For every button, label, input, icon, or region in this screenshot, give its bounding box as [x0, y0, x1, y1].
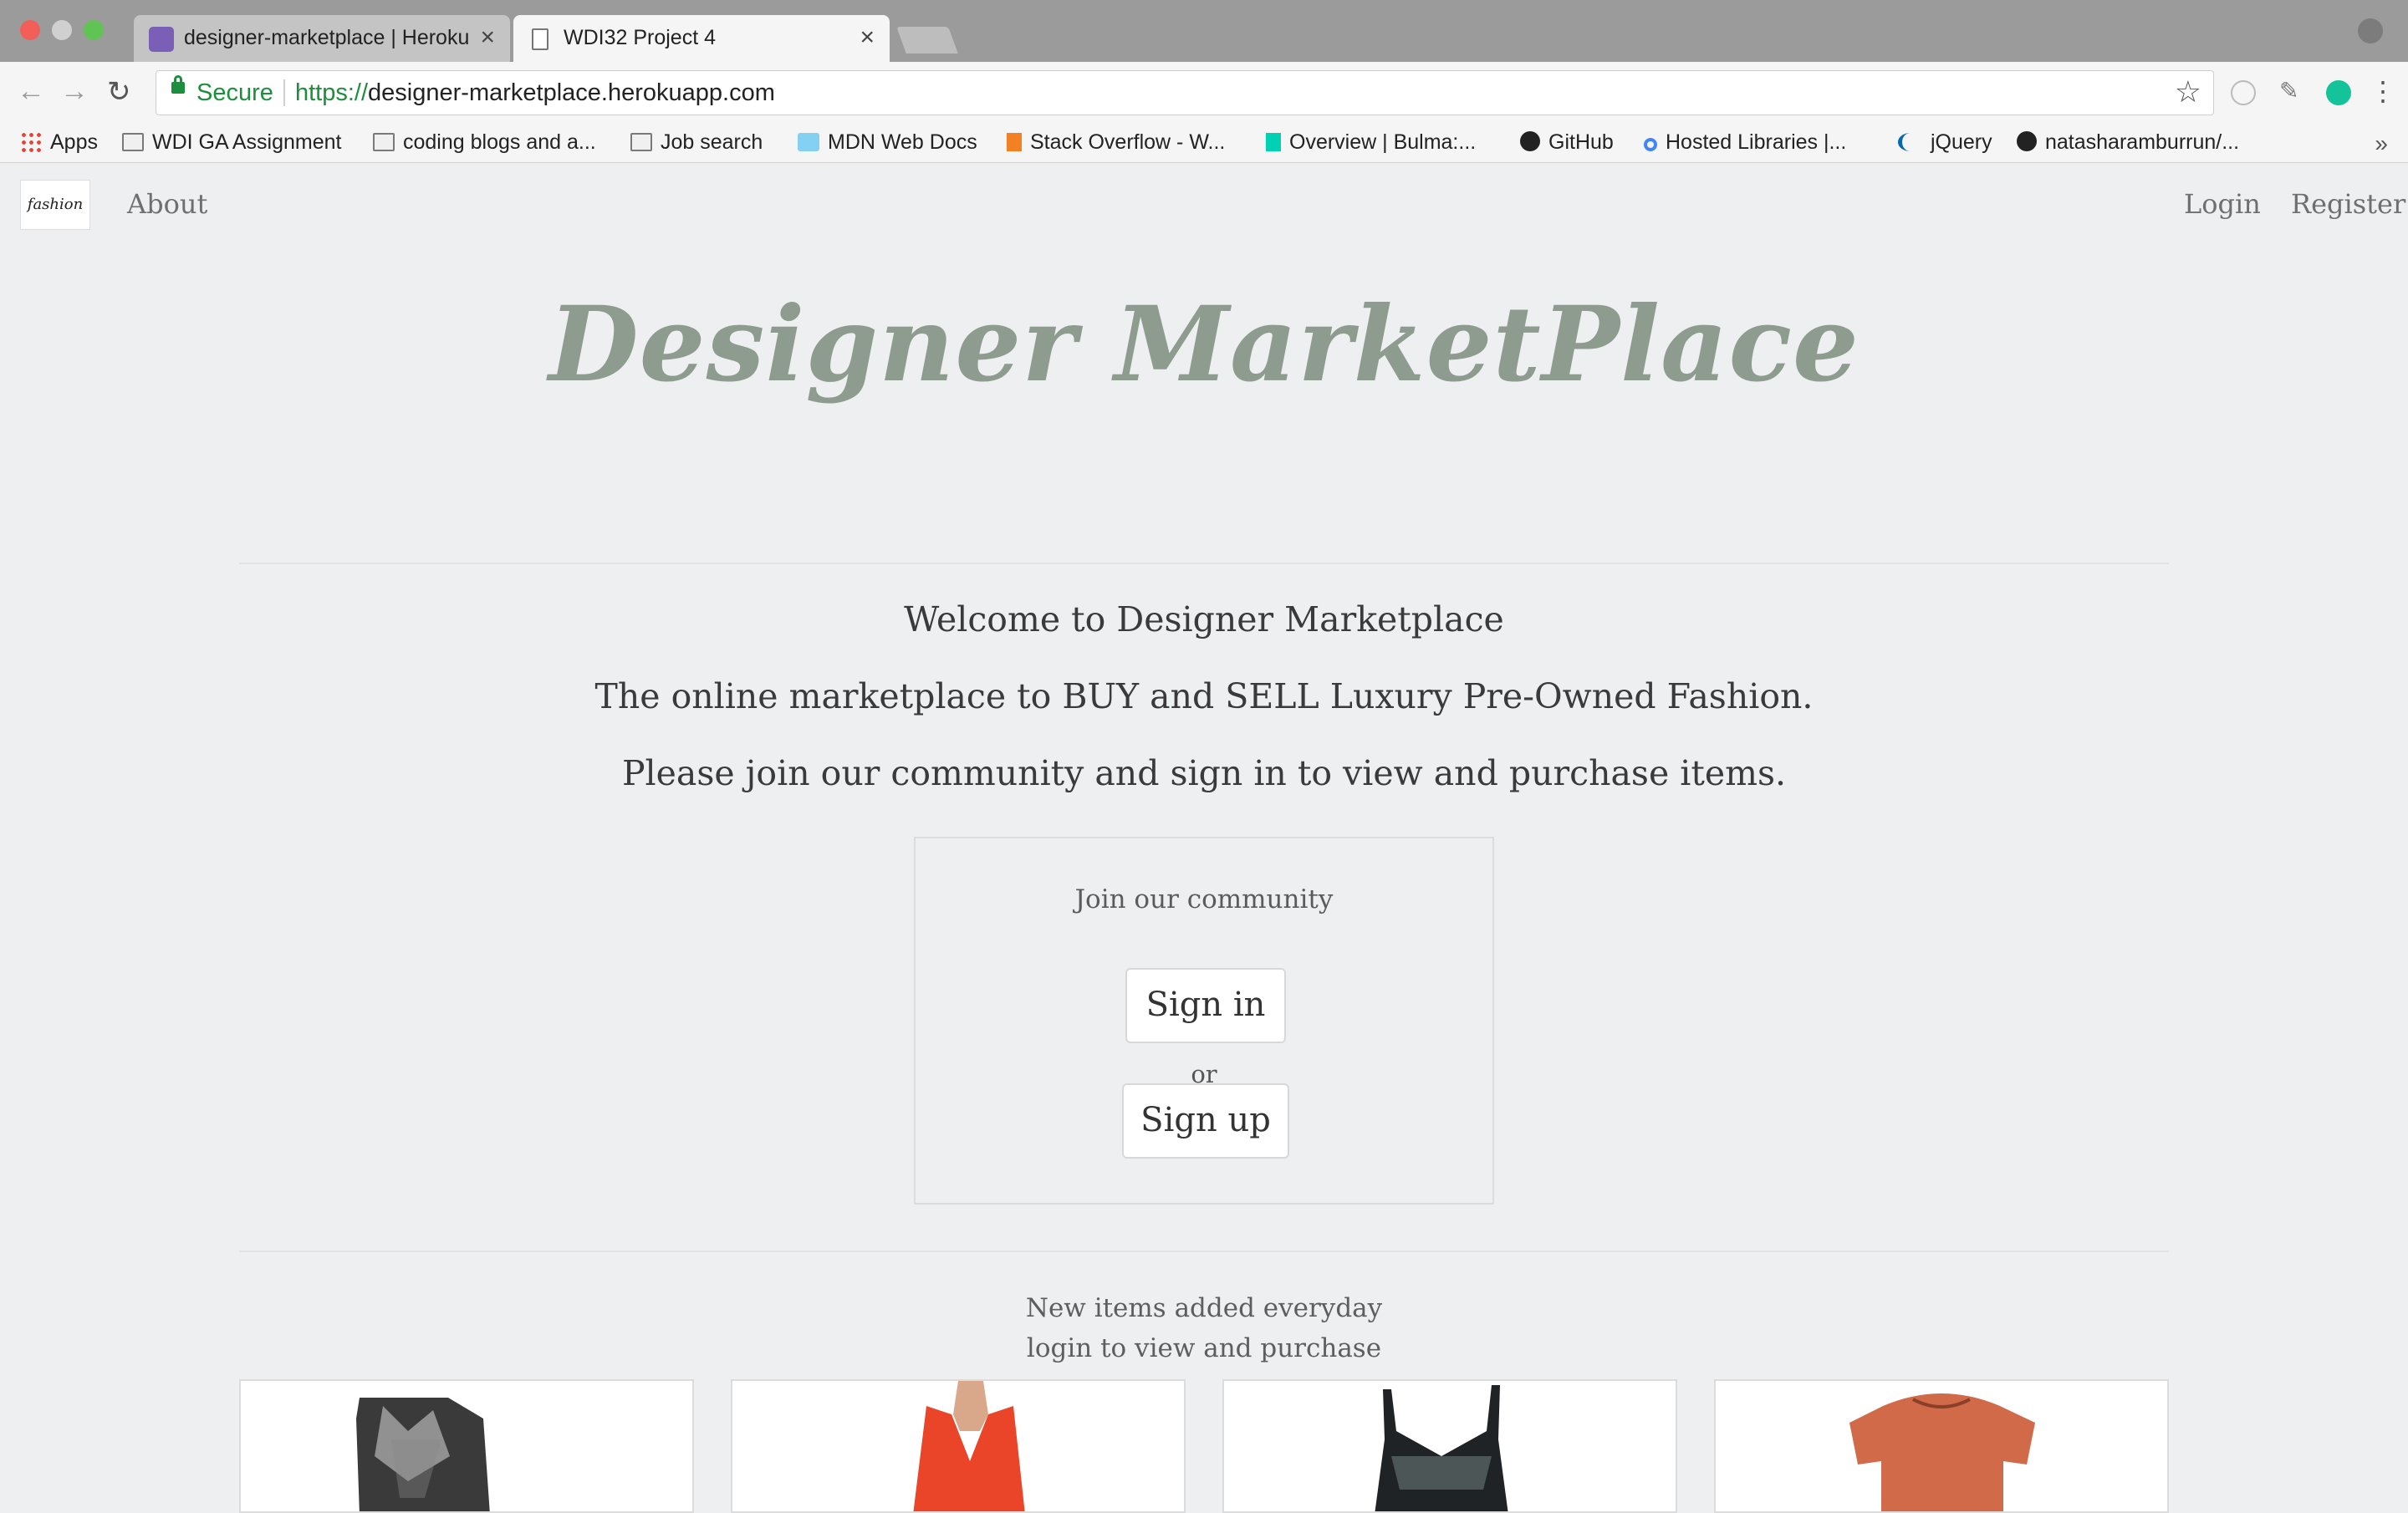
welcome-tagline: The online marketplace to BUY and SELL L… — [594, 676, 1814, 716]
folder-icon — [122, 133, 144, 151]
mdn-icon — [798, 133, 819, 151]
folder-icon — [373, 133, 395, 151]
product-card[interactable] — [1714, 1379, 2169, 1513]
github-icon — [2017, 131, 2037, 151]
minimize-window-button[interactable] — [52, 20, 72, 40]
bookmark-folder[interactable]: Job search — [630, 130, 763, 155]
jquery-icon — [1898, 133, 1922, 151]
product-image[interactable] — [732, 1381, 1186, 1513]
bookmark-apps[interactable]: Apps — [20, 130, 98, 155]
grammarly-icon[interactable] — [2326, 80, 2351, 105]
bookmark-hosted-libraries[interactable]: Hosted Libraries |... — [1644, 130, 1846, 155]
bookmark-folder[interactable]: coding blogs and a... — [373, 130, 596, 155]
nav-login[interactable]: Login — [2184, 188, 2261, 220]
eyedropper-icon[interactable]: ✎ — [2279, 77, 2304, 104]
google-icon — [1644, 138, 1657, 151]
secure-label: Secure — [196, 79, 273, 106]
reload-icon[interactable]: ↻ — [107, 75, 131, 109]
welcome-heading: Welcome to Designer Marketplace — [904, 599, 1504, 639]
browser-toolbar: ← → ↻ Secure https://designer-marketplac… — [0, 62, 2408, 124]
address-bar[interactable]: Secure https://designer-marketplace.hero… — [156, 70, 2214, 115]
sign-in-button[interactable]: Sign in — [1125, 968, 1286, 1043]
hero-title: Designer MarketPlace — [548, 284, 1860, 405]
forward-icon[interactable]: → — [60, 75, 89, 108]
join-title: Join our community — [1074, 884, 1334, 914]
nav-register[interactable]: Register — [2291, 188, 2405, 220]
divider — [239, 1251, 2169, 1252]
heroku-icon — [149, 27, 174, 52]
bookmark-jquery[interactable]: jQuery — [1898, 130, 1992, 155]
bookmark-bulma[interactable]: Overview | Bulma:... — [1266, 130, 1476, 155]
lock-icon — [171, 75, 185, 94]
product-image[interactable] — [1224, 1381, 1677, 1513]
site-logo[interactable]: fashion — [20, 180, 90, 230]
product-card[interactable] — [731, 1379, 1186, 1513]
apps-grid-icon — [20, 131, 42, 153]
bookmark-star-icon[interactable]: ☆ — [2175, 74, 2201, 110]
bookmark-folder[interactable]: WDI GA Assignment — [122, 130, 341, 155]
promo-line: login to view and purchase — [1026, 1333, 1382, 1363]
profile-icon[interactable] — [2358, 18, 2383, 43]
welcome-cta: Please join our community and sign in to… — [621, 753, 1787, 793]
divider — [239, 563, 2169, 564]
close-tab-icon[interactable]: × — [480, 23, 495, 52]
bookmark-github-repo[interactable]: natasharamburrun/... — [2017, 130, 2239, 155]
folder-icon — [630, 133, 652, 151]
menu-icon[interactable]: ⋮ — [2370, 75, 2396, 106]
chevron-right-icon[interactable]: » — [2375, 130, 2388, 157]
page-content: fashion About Login Register Designer Ma… — [0, 163, 2408, 1513]
nav-about[interactable]: About — [127, 188, 207, 220]
close-window-button[interactable] — [20, 20, 40, 40]
tab-title: designer-marketplace | Heroku — [184, 26, 468, 49]
page-icon — [532, 28, 548, 50]
join-box: Join our community Sign in or Sign up — [914, 837, 1494, 1205]
promo-line: New items added everyday — [1025, 1293, 1383, 1323]
bulma-icon — [1266, 133, 1281, 151]
tab-title: WDI32 Project 4 — [564, 26, 717, 49]
bookmark-stackoverflow[interactable]: Stack Overflow - W... — [1007, 130, 1225, 155]
close-tab-icon[interactable]: × — [860, 23, 875, 52]
product-image[interactable] — [241, 1381, 694, 1513]
bookmarks-bar: Apps WDI GA Assignment coding blogs and … — [0, 124, 2408, 163]
extension-icon[interactable] — [2231, 80, 2256, 105]
new-tab-button[interactable] — [896, 27, 958, 53]
browser-titlebar: designer-marketplace | Heroku × WDI32 Pr… — [0, 0, 2408, 62]
back-icon[interactable]: ← — [17, 75, 45, 108]
zoom-window-button[interactable] — [84, 20, 104, 40]
github-icon — [1520, 131, 1540, 151]
product-card[interactable] — [1222, 1379, 1677, 1513]
bookmark-github[interactable]: GitHub — [1520, 130, 1614, 155]
bookmark-mdn[interactable]: MDN Web Docs — [798, 130, 977, 155]
stackoverflow-icon — [1007, 133, 1022, 151]
url-text[interactable]: https://designer-marketplace.herokuapp.c… — [295, 79, 775, 107]
product-card[interactable] — [239, 1379, 694, 1513]
sign-up-button[interactable]: Sign up — [1122, 1083, 1289, 1159]
browser-tab[interactable]: designer-marketplace | Heroku × — [134, 15, 510, 62]
product-image[interactable] — [1716, 1381, 2169, 1513]
browser-tab-active[interactable]: WDI32 Project 4 × — [513, 15, 890, 62]
divider — [283, 79, 285, 106]
